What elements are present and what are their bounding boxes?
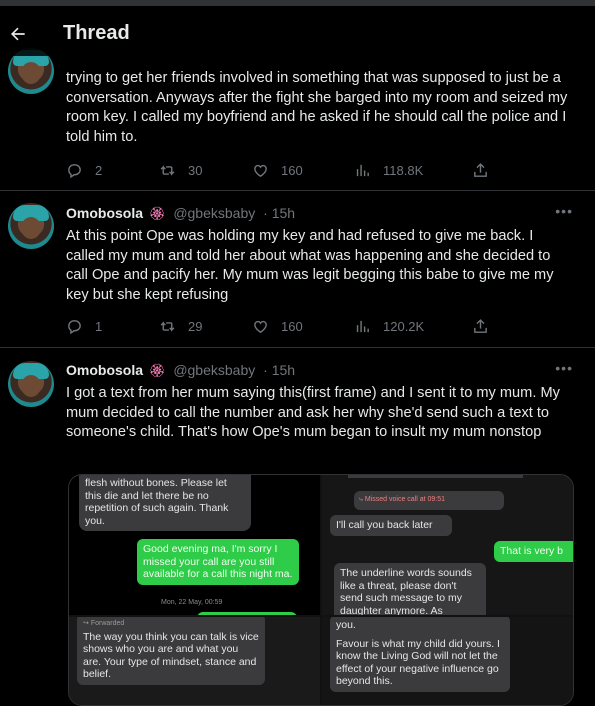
tweet-media-grid[interactable]: flesh without bones. Please let this die… xyxy=(68,474,574,706)
tweet-text: trying to get her friends involved in so… xyxy=(66,70,568,145)
views-button[interactable]: 118.8K xyxy=(354,162,423,179)
tweet-author-line: Omobosola 🏵 @gbeksbaby · 15h xyxy=(66,205,295,222)
avatar[interactable] xyxy=(8,203,54,249)
views-count: 120.2K xyxy=(383,319,425,334)
lotus-badge-icon: 🏵 xyxy=(148,206,166,221)
message-bubble: Good evening ma, I'm sorry I missed your… xyxy=(137,539,299,585)
author-handle[interactable]: @gbeksbaby xyxy=(173,205,255,221)
missed-call-notice: ⤷ Missed voice call at 09:51 xyxy=(354,491,504,510)
author-handle[interactable]: @gbeksbaby xyxy=(173,362,255,378)
like-button[interactable]: 160 xyxy=(252,162,303,179)
like-button[interactable]: 160 xyxy=(252,318,303,335)
message-text: The way you think you can talk is vice s… xyxy=(83,630,259,681)
message-date: Mon, 22 May, 00:59 xyxy=(161,599,223,606)
retweet-button[interactable]: 30 xyxy=(159,162,202,179)
tweet-actions: 2 30 160 118.8K xyxy=(66,162,566,182)
like-count: 160 xyxy=(281,319,303,334)
divider xyxy=(0,190,595,191)
page-title: Thread xyxy=(63,22,130,44)
more-options-icon[interactable]: ••• xyxy=(555,203,573,219)
tweet-actions: 1 29 160 120.2K xyxy=(66,318,566,338)
share-icon xyxy=(474,319,487,333)
forwarded-label: ↪ Forwarded xyxy=(83,620,125,627)
views-chart-icon xyxy=(356,164,369,177)
message-bubble-partial xyxy=(197,612,297,615)
like-count: 160 xyxy=(281,163,303,178)
heart-icon xyxy=(254,320,267,333)
message-text: you. xyxy=(336,619,356,631)
tweet-text: At this point Ope was holding my key and… xyxy=(66,228,554,303)
message-bubble: The underline words sounds like a threat… xyxy=(334,563,486,615)
message-bubble: you. Favour is what my child did yours. … xyxy=(330,617,510,692)
share-button[interactable] xyxy=(472,318,501,335)
retweet-count: 29 xyxy=(188,319,203,334)
retweet-count: 30 xyxy=(188,163,203,178)
retweet-button[interactable]: 29 xyxy=(159,318,202,335)
message-bubble: I'll call you back later xyxy=(330,515,452,536)
back-arrow-icon[interactable] xyxy=(8,24,28,44)
message-bubble: That is very b xyxy=(494,541,573,562)
views-count: 118.8K xyxy=(383,163,424,178)
more-options-icon[interactable]: ••• xyxy=(555,360,573,376)
heart-icon xyxy=(254,164,267,177)
message-bubble: ↪ Forwarded The way you think you can ta… xyxy=(77,617,265,685)
divider xyxy=(0,347,595,348)
share-button[interactable] xyxy=(472,162,501,179)
retweet-icon xyxy=(160,165,175,176)
tweet-author-line: Omobosola 🏵 @gbeksbaby · 15h xyxy=(66,362,295,379)
tweet-text: I got a text from her mum saying this(fi… xyxy=(66,385,560,440)
media-image-3[interactable]: ↪ Forwarded The way you think you can ta… xyxy=(69,617,320,705)
tweet-time[interactable]: · 15h xyxy=(263,205,295,221)
reply-icon xyxy=(68,320,81,335)
views-button[interactable]: 120.2K xyxy=(354,318,424,335)
lotus-badge-icon: 🏵 xyxy=(148,363,166,378)
reply-button[interactable]: 2 xyxy=(66,162,102,179)
reply-count: 2 xyxy=(95,163,103,178)
tweet-time[interactable]: · 15h xyxy=(263,362,295,378)
views-chart-icon xyxy=(356,320,369,333)
retweet-icon xyxy=(160,321,175,332)
author-name[interactable]: Omobosola xyxy=(66,362,143,378)
reply-button[interactable]: 1 xyxy=(66,318,102,335)
reply-icon xyxy=(68,164,81,179)
author-name[interactable]: Omobosola xyxy=(66,205,143,221)
message-bubble: flesh without bones. Please let this die… xyxy=(79,475,251,531)
media-image-1[interactable]: flesh without bones. Please let this die… xyxy=(69,475,320,615)
message-text: Favour is what my child did yours. I kno… xyxy=(336,637,500,688)
missed-call-text: Missed voice call at 09:51 xyxy=(364,496,446,503)
reply-count: 1 xyxy=(95,319,103,334)
message-bubble-partial xyxy=(348,475,523,478)
share-icon xyxy=(474,163,487,177)
media-image-4[interactable]: you. Favour is what my child did yours. … xyxy=(322,617,573,705)
avatar[interactable] xyxy=(8,361,54,407)
thread-header: Thread xyxy=(0,6,595,56)
media-image-2[interactable]: ⤷ Missed voice call at 09:51 I'll call y… xyxy=(322,475,573,615)
